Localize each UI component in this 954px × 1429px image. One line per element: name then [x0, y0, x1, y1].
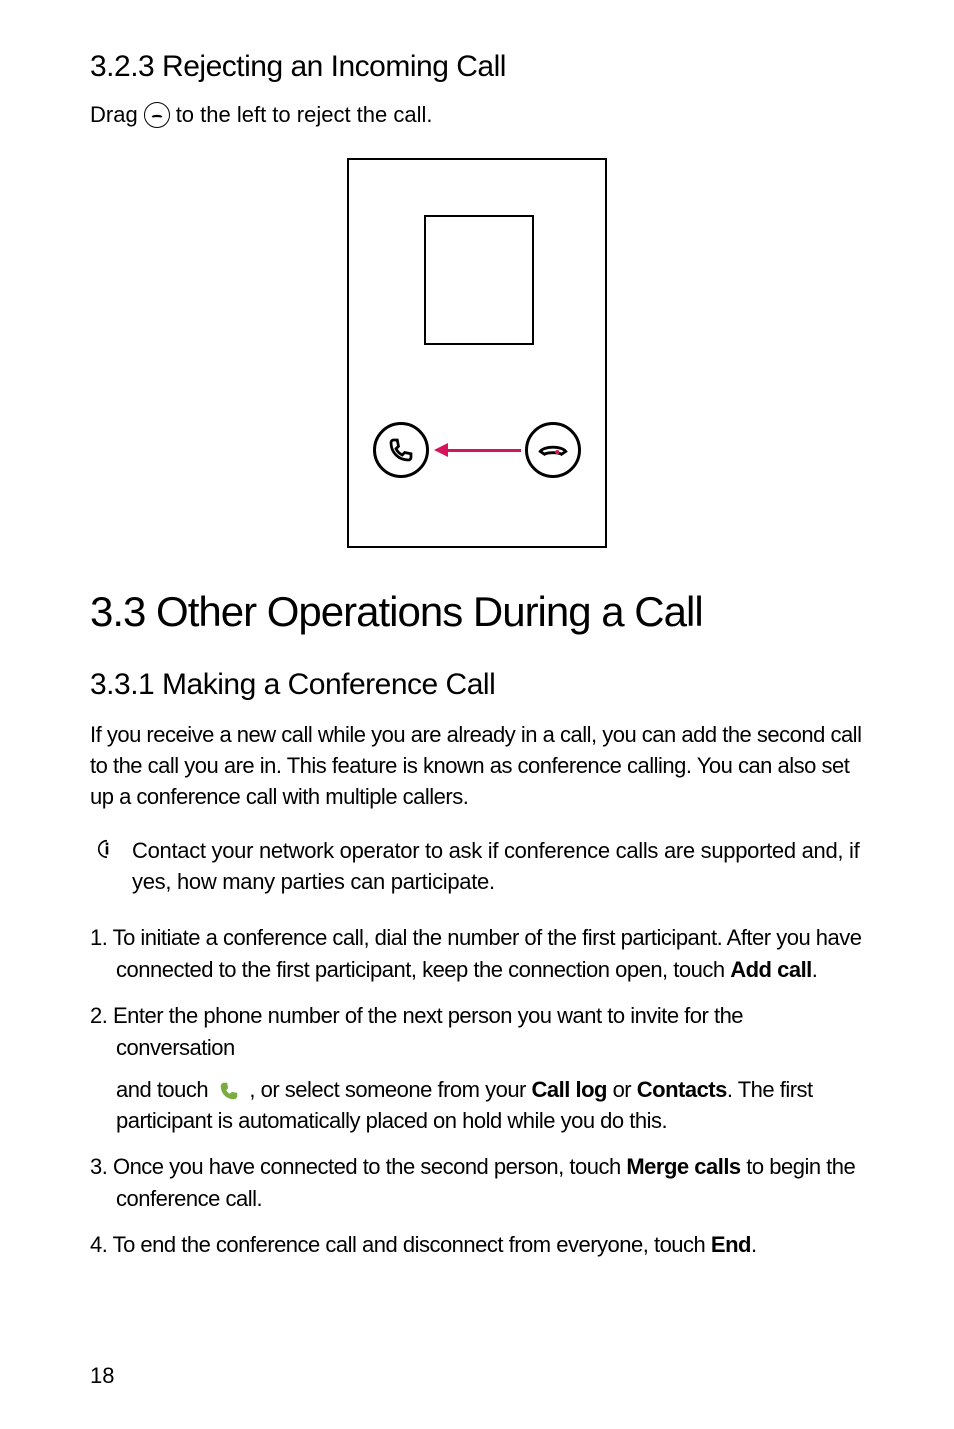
call-controls-row: [349, 422, 605, 478]
step4-bold: End: [711, 1232, 751, 1257]
drag-prefix: Drag: [90, 102, 138, 128]
heading-33: 3.3 Other Operations During a Call: [90, 588, 864, 636]
phone-frame: [347, 158, 607, 548]
step-3: 3. Once you have connected to the second…: [90, 1151, 864, 1215]
step2-bold2: Contacts: [637, 1077, 727, 1102]
call-icon: [218, 1080, 240, 1102]
info-icon: [96, 838, 118, 860]
answer-icon: [373, 422, 429, 478]
drag-suffix: to the left to reject the call.: [176, 102, 433, 128]
step2-prefix: and touch: [116, 1077, 214, 1102]
avatar-placeholder: [424, 215, 534, 345]
page-number: 18: [90, 1363, 114, 1389]
step-2: 2. Enter the phone number of the next pe…: [90, 1000, 864, 1138]
step4-suffix: .: [751, 1232, 757, 1257]
heading-331: 3.3.1 Making a Conference Call: [90, 668, 864, 702]
step4-prefix: 4. To end the conference call and discon…: [90, 1232, 711, 1257]
heading-323: 3.2.3 Rejecting an Incoming Call: [90, 50, 864, 84]
hangup-icon: [144, 102, 170, 128]
step1-bold: Add call: [730, 957, 812, 982]
conference-intro: If you receive a new call while you are …: [90, 720, 864, 812]
drag-instruction: Drag to the left to reject the call.: [90, 102, 864, 128]
step1-suffix: .: [812, 957, 818, 982]
step2-mid: , or select someone from your: [249, 1077, 531, 1102]
step2-or: or: [607, 1077, 637, 1102]
step2-line1: 2. Enter the phone number of the next pe…: [90, 1003, 743, 1060]
decline-icon: [525, 422, 581, 478]
drag-arrow-icon: [433, 443, 521, 457]
reject-call-figure: [90, 158, 864, 548]
note-text: Contact your network operator to ask if …: [132, 836, 864, 898]
note-row: Contact your network operator to ask if …: [90, 836, 864, 898]
step3-prefix: 3. Once you have connected to the second…: [90, 1154, 626, 1179]
step2-bold1: Call log: [532, 1077, 607, 1102]
step-1: 1. To initiate a conference call, dial t…: [90, 922, 864, 986]
step3-bold: Merge calls: [626, 1154, 740, 1179]
step-4: 4. To end the conference call and discon…: [90, 1229, 864, 1261]
